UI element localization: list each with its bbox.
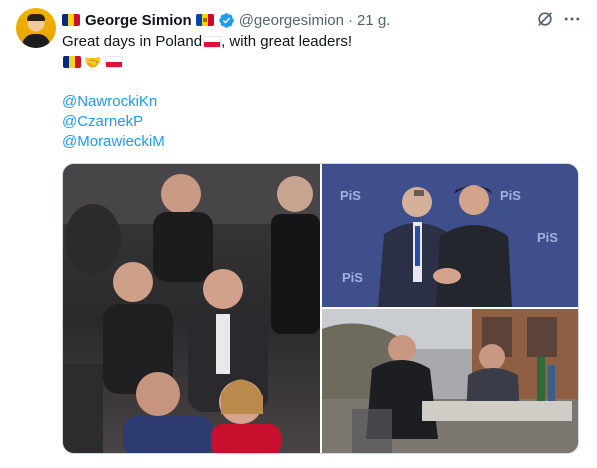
romania-flag-icon bbox=[63, 56, 81, 68]
outdoor-cafe-illustration bbox=[322, 309, 578, 453]
tweet-timestamp[interactable]: 21 g. bbox=[357, 12, 390, 29]
stadium-crowd-photo[interactable] bbox=[63, 164, 320, 453]
handshake-icon: 🤝 bbox=[84, 54, 102, 70]
stadium-crowd-illustration bbox=[63, 164, 320, 453]
verified-badge-icon bbox=[218, 12, 234, 28]
author-avatar[interactable] bbox=[16, 8, 56, 48]
tweet-text-line-2: 🤝 bbox=[62, 52, 562, 72]
pis-backdrop-handshake-photo[interactable]: PiS PiS PiS PiS bbox=[322, 164, 578, 307]
mention-link[interactable]: @CzarnekP bbox=[62, 112, 562, 132]
tweet-header: George Simion @georgesimion · 21 g. bbox=[62, 10, 390, 30]
poland-flag-icon bbox=[203, 36, 222, 48]
tweet-text: Great days in Poland , with great leader… bbox=[62, 32, 562, 152]
avatar-hair bbox=[27, 14, 45, 21]
media-grid: PiS PiS PiS PiS bbox=[62, 163, 579, 454]
more-icon[interactable] bbox=[562, 9, 582, 29]
pis-backdrop-illustration: PiS PiS PiS PiS bbox=[322, 164, 578, 307]
tweet-text-part: Great days in Poland bbox=[62, 33, 203, 50]
moldova-flag-icon bbox=[195, 14, 214, 26]
mention-link[interactable]: @NawrockiKn bbox=[62, 92, 562, 112]
tweet-text-line-1: Great days in Poland , with great leader… bbox=[62, 32, 562, 52]
outdoor-cafe-photo[interactable] bbox=[322, 309, 578, 453]
tweet-card[interactable]: George Simion @georgesimion · 21 g. Grea… bbox=[0, 0, 597, 468]
avatar-shirt bbox=[22, 34, 50, 48]
pis-logo-text: PiS bbox=[342, 270, 363, 285]
pis-logo-text: PiS bbox=[537, 230, 558, 245]
romania-flag-icon bbox=[62, 14, 80, 26]
tweet-text-blank-line bbox=[62, 72, 562, 92]
poland-flag-icon bbox=[105, 56, 124, 68]
tweet-text-part: , with great leaders! bbox=[221, 33, 352, 50]
author-handle[interactable]: @georgesimion bbox=[239, 12, 344, 29]
pis-logo-text: PiS bbox=[340, 188, 361, 203]
separator-dot: · bbox=[347, 11, 353, 29]
author-name[interactable]: George Simion bbox=[85, 12, 192, 29]
grok-icon[interactable] bbox=[535, 9, 555, 29]
mention-link[interactable]: @MorawieckiM bbox=[62, 132, 562, 152]
pis-logo-text: PiS bbox=[500, 188, 521, 203]
